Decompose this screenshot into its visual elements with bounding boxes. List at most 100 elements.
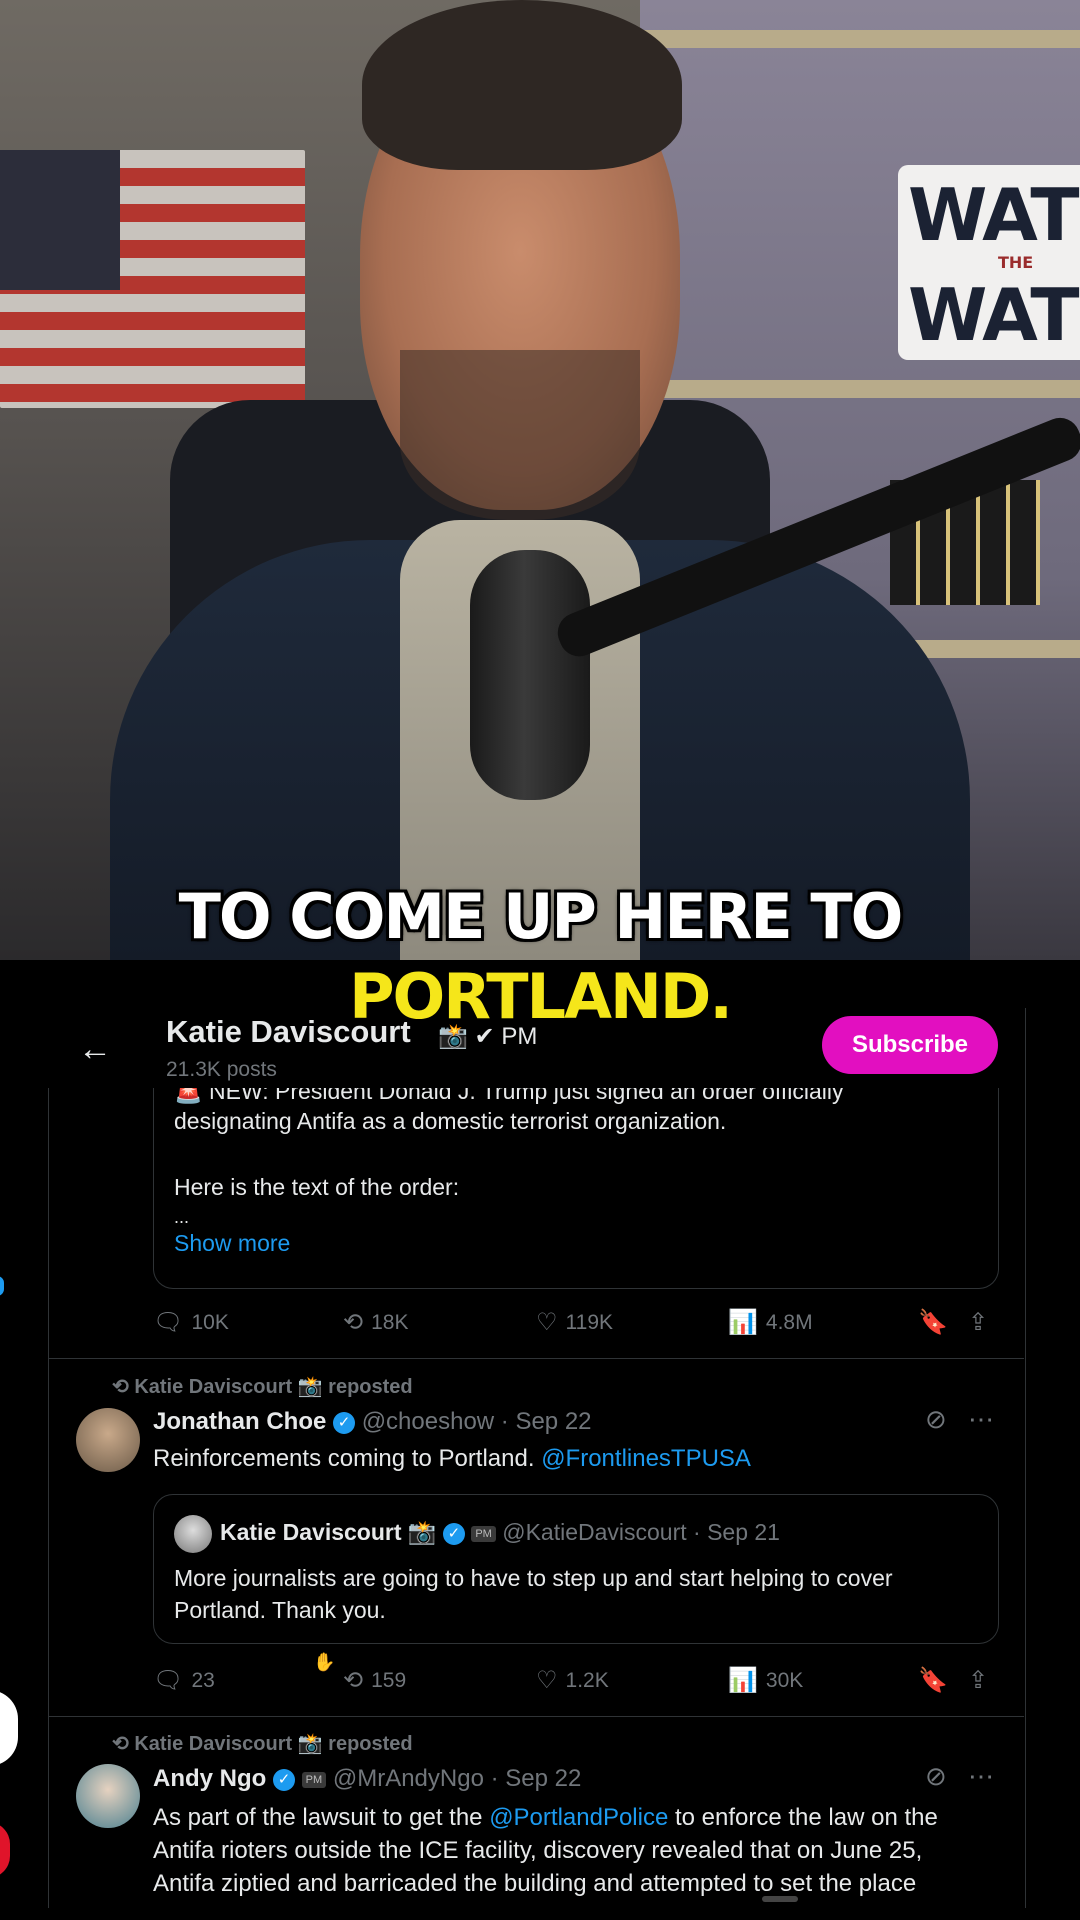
share-icon: ⇪ xyxy=(968,1309,989,1336)
bookmark-icon: 🔖 xyxy=(918,1667,948,1694)
post-text-line: Antifa ziptied and barricaded the buildi… xyxy=(153,1870,917,1897)
reply-icon: 🗨 xyxy=(153,1309,184,1336)
caption-line-1: TO COME UP HERE TO xyxy=(178,880,904,953)
quote-text: ... xyxy=(174,1207,190,1227)
mention-link[interactable]: @PortlandPolice xyxy=(489,1804,668,1831)
verified-icon: ✓ xyxy=(273,1769,295,1791)
views-icon: 📊 xyxy=(728,1309,758,1336)
caption-line-2: PORTLAND. xyxy=(349,960,733,1033)
author-name[interactable]: Andy Ngo xyxy=(153,1765,266,1792)
post-count: 21.3K posts xyxy=(166,1058,277,1081)
sign-text: WATCH xyxy=(908,273,1080,357)
repost-label-text: Katie Daviscourt 📸 reposted xyxy=(134,1376,413,1398)
quote-text: More journalists are going to have to st… xyxy=(174,1565,893,1591)
bookmark-icon: 🔖 xyxy=(918,1309,948,1336)
share-icon: ⇪ xyxy=(968,1667,989,1694)
reply-count: 10K xyxy=(191,1310,229,1334)
repost-count: 159 xyxy=(371,1668,407,1692)
post-actions: 🗨 10K ⟲ 18K ♡ 119K 📊 4.8M 🔖 ⇪ xyxy=(153,1308,1003,1348)
post-text: Reinforcements coming to Portland. @Fron… xyxy=(153,1442,993,1475)
bookmark-button[interactable]: 🔖 xyxy=(918,1666,948,1695)
like-icon: ♡ xyxy=(536,1309,558,1336)
microphone xyxy=(470,550,590,800)
avatar[interactable] xyxy=(76,1764,140,1828)
quoted-post[interactable]: Katie Daviscourt 📸 ✓ PM @KatieDaviscourt… xyxy=(153,1494,999,1644)
reply-button[interactable]: 🗨 23 xyxy=(153,1666,215,1695)
watch-the-watch-sign: WATCH THE WATCH xyxy=(898,165,1080,360)
like-button[interactable]: ♡ 1.2K xyxy=(536,1666,609,1695)
quoted-post[interactable]: 🚨 NEW: President Donald J. Trump just si… xyxy=(153,1060,999,1289)
repost-count: 18K xyxy=(371,1310,409,1334)
like-count: 1.2K xyxy=(565,1668,609,1692)
quote-author: Katie Daviscourt 📸 ✓ PM @KatieDaviscourt… xyxy=(220,1519,780,1546)
avatar xyxy=(174,1515,212,1553)
repost-label: ⟲ Katie Daviscourt 📸 reposted xyxy=(112,1374,413,1399)
repost-label-text: Katie Daviscourt 📸 reposted xyxy=(134,1733,413,1755)
repost-label: ⟲ Katie Daviscourt 📸 reposted xyxy=(112,1731,413,1756)
quote-author-name: Katie Daviscourt 📸 xyxy=(220,1519,437,1545)
shelf xyxy=(640,380,1080,398)
divider xyxy=(48,1358,1024,1359)
like-icon: ♡ xyxy=(536,1667,558,1694)
author-handle[interactable]: @choeshow · Sep 22 xyxy=(362,1408,592,1435)
post-text-line: Antifa rioters outside the ICE facility,… xyxy=(153,1837,923,1864)
post-author: Andy Ngo ✓ PM @MrAndyNgo · Sep 22 xyxy=(153,1765,581,1793)
quote-text: Portland. Thank you. xyxy=(174,1597,386,1623)
repost-icon: ⟲ xyxy=(112,1376,129,1398)
quote-text: Here is the text of the order: xyxy=(174,1174,460,1200)
video-frame: WATCH THE WATCH xyxy=(0,0,1080,960)
post-author: Jonathan Choe ✓ @choeshow · Sep 22 xyxy=(153,1408,592,1436)
post-menu: ⊘ ⋯ xyxy=(925,1404,994,1435)
grok-icon[interactable]: ⊘ xyxy=(925,1404,947,1434)
like-count: 119K xyxy=(565,1310,614,1334)
shelf xyxy=(640,30,1080,48)
divider xyxy=(48,1716,1024,1717)
post-menu: ⊘ ⋯ xyxy=(925,1761,994,1792)
bookmark-button[interactable]: 🔖 xyxy=(918,1308,948,1337)
repost-icon: ⟲ xyxy=(112,1733,129,1755)
home-indicator xyxy=(762,1896,798,1902)
more-icon[interactable]: ⋯ xyxy=(968,1404,994,1434)
more-icon[interactable]: ⋯ xyxy=(968,1761,994,1791)
share-button[interactable]: ⇪ xyxy=(968,1308,988,1337)
edge-button[interactable] xyxy=(0,1690,18,1766)
avatar[interactable] xyxy=(76,1408,140,1472)
views-button[interactable]: 📊 30K xyxy=(728,1666,803,1695)
post-text-segment: Reinforcements coming to Portland. xyxy=(153,1445,542,1472)
post-text-segment: As part of the lawsuit to get the xyxy=(153,1804,490,1831)
reply-count: 23 xyxy=(191,1668,215,1692)
verified-icon: ✓ xyxy=(442,1523,465,1545)
sign-text: THE xyxy=(998,253,1034,272)
views-button[interactable]: 📊 4.8M xyxy=(728,1308,813,1337)
person-hair xyxy=(362,0,682,170)
views-count: 4.8M xyxy=(765,1310,813,1334)
views-icon: 📊 xyxy=(728,1667,758,1694)
back-arrow-icon[interactable]: ← xyxy=(78,1030,112,1069)
like-button[interactable]: ♡ 119K xyxy=(536,1308,613,1337)
share-button[interactable]: ⇪ xyxy=(968,1666,988,1695)
views-count: 30K xyxy=(765,1668,804,1692)
post-text-segment: to enforce the law on the xyxy=(668,1804,938,1831)
post-text: As part of the lawsuit to get the @Portl… xyxy=(153,1801,993,1900)
reply-icon: 🗨 xyxy=(153,1667,184,1694)
affiliate-badge: PM xyxy=(301,1772,327,1788)
person-beard xyxy=(400,350,640,520)
american-flag xyxy=(0,150,305,408)
show-more-link[interactable]: Show more xyxy=(174,1230,290,1257)
quote-text: designating Antifa as a domestic terrori… xyxy=(174,1108,727,1134)
post-actions: 🗨 23 ⟲ 159 ♡ 1.2K 📊 30K 🔖 ⇪ xyxy=(153,1666,1003,1706)
edge-button[interactable] xyxy=(0,1822,10,1878)
reply-button[interactable]: 🗨 10K xyxy=(153,1308,229,1337)
repost-button[interactable]: ⟲ 18K xyxy=(343,1308,408,1337)
author-name[interactable]: Jonathan Choe xyxy=(153,1408,326,1435)
author-handle[interactable]: @MrAndyNgo · Sep 22 xyxy=(333,1765,581,1792)
sign-text: WATCH xyxy=(908,173,1080,257)
affiliate-badge: PM xyxy=(471,1526,496,1542)
repost-icon: ⟲ xyxy=(343,1309,364,1336)
mention-link[interactable]: @FrontlinesTPUSA xyxy=(541,1445,751,1472)
quote-handle: @KatieDaviscourt · Sep 21 xyxy=(502,1519,780,1545)
repost-button[interactable]: ⟲ 159 xyxy=(343,1666,406,1695)
grok-icon[interactable]: ⊘ xyxy=(925,1761,947,1791)
edge-indicator xyxy=(0,1276,4,1296)
repost-icon: ⟲ xyxy=(343,1667,364,1694)
